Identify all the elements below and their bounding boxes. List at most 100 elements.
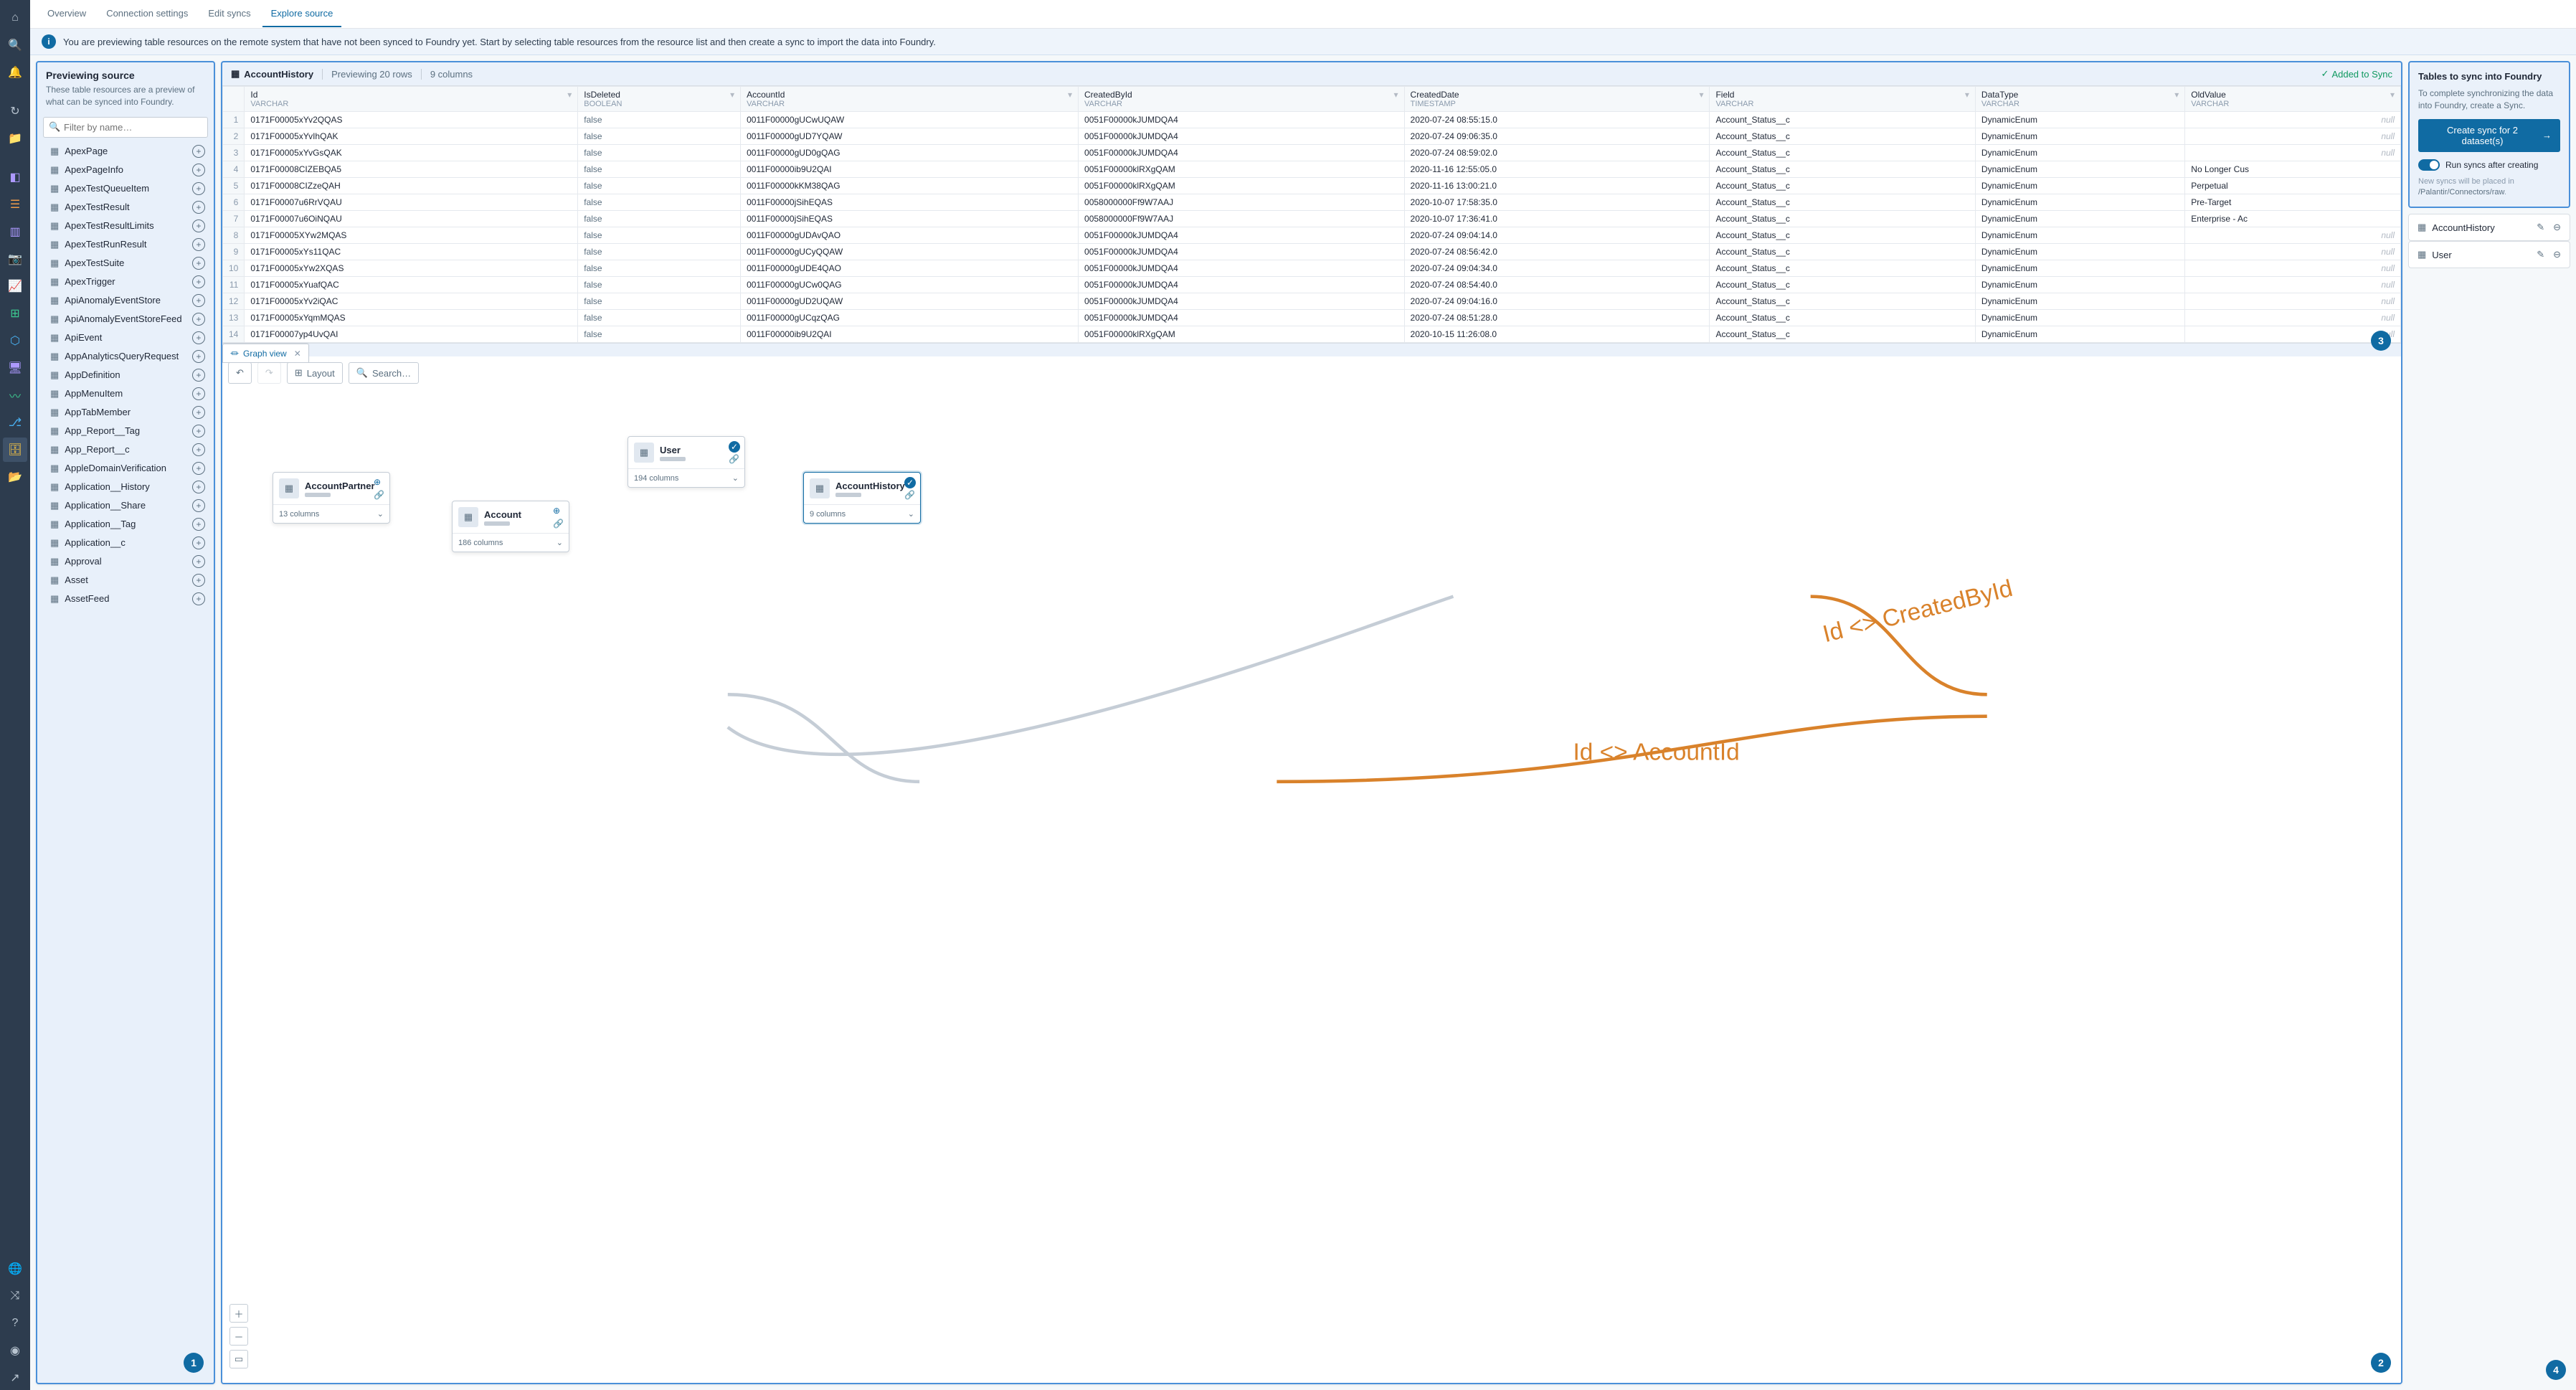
edit-icon[interactable]: ✎ <box>2537 249 2544 260</box>
chevron-down-icon[interactable]: ⌄ <box>732 473 739 483</box>
table-cell[interactable]: 0051F00000kJUMDQA4 <box>1079 260 1405 277</box>
table-cell[interactable]: Account_Status__c <box>1710 293 1975 310</box>
table-cell[interactable]: 0171F00007u6RrVQAU <box>245 194 578 211</box>
table-cell[interactable]: 0011F00000gUCqzQAG <box>741 310 1079 326</box>
column-header[interactable]: CreatedById ▾VARCHAR <box>1079 87 1405 112</box>
table-cell[interactable]: DynamicEnum <box>1975 178 2184 194</box>
table-cell[interactable]: false <box>578 277 741 293</box>
table-cell[interactable]: 2020-10-07 17:36:41.0 <box>1404 211 1710 227</box>
resource-item[interactable]: ▦ApiEvent+ <box>37 328 214 347</box>
table-cell[interactable]: 0171F00007yp4UvQAI <box>245 326 578 343</box>
table-cell[interactable]: 0011F00000ib9U2QAI <box>741 326 1079 343</box>
table-cell[interactable]: false <box>578 260 741 277</box>
table-cell[interactable]: Account_Status__c <box>1710 326 1975 343</box>
column-header[interactable]: IsDeleted ▾BOOLEAN <box>578 87 741 112</box>
table-cell[interactable]: false <box>578 145 741 161</box>
table-cell[interactable]: 2020-07-24 09:06:35.0 <box>1404 128 1710 145</box>
table-cell[interactable]: 2020-07-24 08:51:28.0 <box>1404 310 1710 326</box>
table-cell[interactable]: DynamicEnum <box>1975 326 2184 343</box>
table-cell[interactable]: DynamicEnum <box>1975 293 2184 310</box>
add-resource-button[interactable]: + <box>192 443 205 456</box>
resource-item[interactable]: ▦AppTabMember+ <box>37 403 214 422</box>
rail-charts-icon[interactable]: ▥ <box>3 219 27 244</box>
table-cell[interactable]: 2020-07-24 09:04:14.0 <box>1404 227 1710 244</box>
layout-button[interactable]: ⊞Layout <box>287 362 343 384</box>
remove-icon[interactable]: ⊖ <box>2553 222 2561 233</box>
table-cell[interactable]: 0058000000Ff9W7AAJ <box>1079 211 1405 227</box>
table-cell[interactable]: DynamicEnum <box>1975 211 2184 227</box>
table-cell[interactable]: Account_Status__c <box>1710 277 1975 293</box>
tab-connection-settings[interactable]: Connection settings <box>98 1 196 27</box>
rail-help-icon[interactable]: ? <box>3 1311 27 1335</box>
add-resource-button[interactable]: + <box>192 145 205 158</box>
table-cell[interactable]: 0051F00000kJUMDQA4 <box>1079 145 1405 161</box>
table-cell[interactable]: 2020-10-15 11:26:08.0 <box>1404 326 1710 343</box>
table-cell[interactable]: false <box>578 112 741 128</box>
table-cell[interactable]: 0171F00005xYuafQAC <box>245 277 578 293</box>
table-cell[interactable]: false <box>578 343 741 344</box>
table-cell[interactable]: null <box>2185 260 2401 277</box>
table-cell[interactable]: DynamicEnum <box>1975 128 2184 145</box>
table-cell[interactable]: 2020-07-24 09:04:16.0 <box>1404 293 1710 310</box>
table-cell[interactable]: 0171F00005xYw2XQAS <box>245 260 578 277</box>
table-cell[interactable]: Account_Status__c <box>1710 244 1975 260</box>
table-cell[interactable]: 0051F00000klRXgQAM <box>1079 178 1405 194</box>
table-cell[interactable]: 0171F00005xYqmMQAS <box>245 310 578 326</box>
add-resource-button[interactable]: + <box>192 462 205 475</box>
link-icon[interactable]: 🔗 <box>729 454 740 465</box>
resource-item[interactable]: ▦Asset+ <box>37 571 214 590</box>
resource-item[interactable]: ▦AppleDomainVerification+ <box>37 459 214 478</box>
resource-item[interactable]: ▦ApexTestSuite+ <box>37 254 214 273</box>
resource-list[interactable]: ▦ApexPage+▦ApexPageInfo+▦ApexTestQueueIt… <box>37 142 214 1383</box>
rail-activity-icon[interactable]: 〰 <box>3 383 27 407</box>
add-resource-button[interactable]: + <box>192 518 205 531</box>
table-cell[interactable]: 0011F00000jSihEQAS <box>741 211 1079 227</box>
table-cell[interactable]: DynamicEnum <box>1975 145 2184 161</box>
chevron-down-icon[interactable]: ⌄ <box>557 538 563 547</box>
table-cell[interactable]: null <box>2185 112 2401 128</box>
table-cell[interactable]: null <box>2185 293 2401 310</box>
resource-item[interactable]: ▦App_Report__Tag+ <box>37 422 214 440</box>
add-resource-button[interactable]: + <box>192 574 205 587</box>
rail-app-icon[interactable]: ◧ <box>3 165 27 189</box>
resource-item[interactable]: ▦ApexTestQueueItem+ <box>37 179 214 198</box>
table-cell[interactable]: 2020-07-24 08:55:15.0 <box>1404 112 1710 128</box>
edit-icon[interactable]: ✎ <box>2537 222 2544 233</box>
table-cell[interactable]: 0051F00000klRXgQAM <box>1079 326 1405 343</box>
resource-item[interactable]: ▦Application__History+ <box>37 478 214 496</box>
table-cell[interactable]: DynamicEnum <box>1975 161 2184 178</box>
table-cell[interactable]: Account_Status__c <box>1710 260 1975 277</box>
table-cell[interactable]: Pre-Target <box>2185 194 2401 211</box>
table-cell[interactable]: 2020-07-24 08:54:40.0 <box>1404 277 1710 293</box>
table-cell[interactable]: false <box>578 326 741 343</box>
table-cell[interactable]: null <box>2185 145 2401 161</box>
rail-cube-icon[interactable]: ⬡ <box>3 328 27 353</box>
table-cell[interactable]: Account_Status__c <box>1710 161 1975 178</box>
rail-bell-icon[interactable]: 🔔 <box>3 60 27 85</box>
table-cell[interactable]: false <box>578 310 741 326</box>
table-cell[interactable]: Account_Status__c <box>1710 194 1975 211</box>
zoom-in-button[interactable]: ＋ <box>229 1304 248 1323</box>
table-cell[interactable]: null <box>2185 310 2401 326</box>
graph-search-button[interactable]: 🔍Search… <box>349 362 419 384</box>
rail-database-icon[interactable]: 🗄 <box>3 438 27 462</box>
rail-home-icon[interactable]: ⌂ <box>3 6 27 30</box>
undo-button[interactable]: ↶ <box>228 362 252 384</box>
table-cell[interactable]: 0011F00000ib9U2QAI <box>741 161 1079 178</box>
table-cell[interactable]: Account_Status__c <box>1710 211 1975 227</box>
rail-camera-icon[interactable]: 📷 <box>3 247 27 271</box>
add-resource-button[interactable]: + <box>192 350 205 363</box>
add-resource-button[interactable]: + <box>192 257 205 270</box>
table-cell[interactable]: 0171F00005xYvIhQAK <box>245 128 578 145</box>
table-cell[interactable]: false <box>578 293 741 310</box>
zoom-out-button[interactable]: － <box>229 1327 248 1346</box>
resource-item[interactable]: ▦Application__Share+ <box>37 496 214 515</box>
add-resource-button[interactable]: + <box>192 425 205 438</box>
table-cell[interactable]: DynamicEnum <box>1975 260 2184 277</box>
table-cell[interactable]: DynamicEnum <box>1975 244 2184 260</box>
link-icon[interactable]: 🔗 <box>904 490 916 501</box>
rail-expand-icon[interactable]: ↗ <box>3 1366 27 1390</box>
rail-branch-icon[interactable]: ⎇ <box>3 410 27 435</box>
table-cell[interactable]: 0051F00000kJUMDQA4 <box>1079 112 1405 128</box>
table-cell[interactable]: Account_Status__c <box>1710 145 1975 161</box>
